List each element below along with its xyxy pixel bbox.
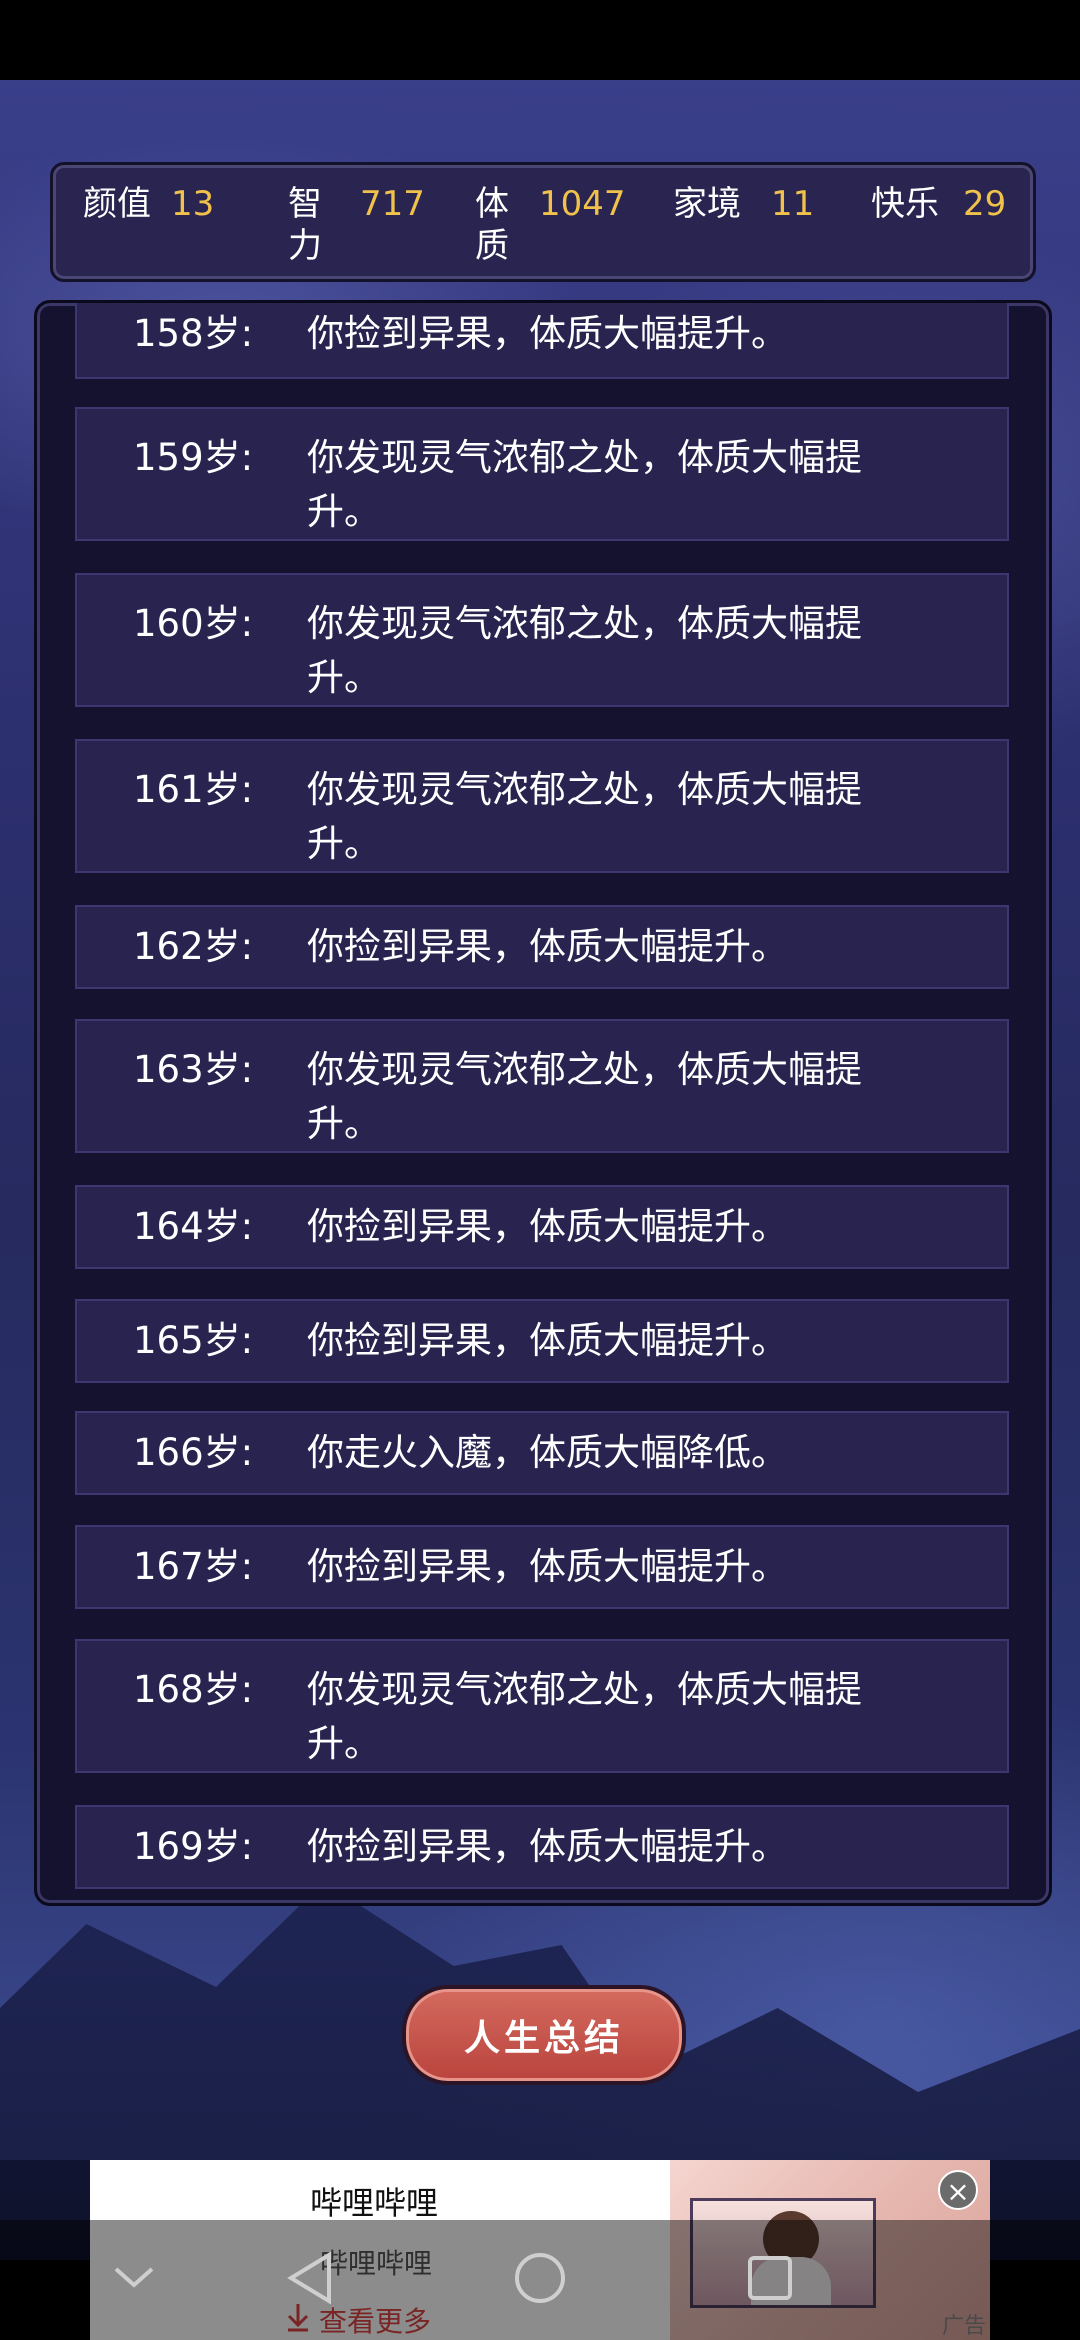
stat-value: 13 <box>171 184 215 224</box>
log-text: 你捡到异果，体质大幅提升。 <box>307 1319 788 1362</box>
log-age: 169岁: <box>133 1825 254 1868</box>
log-text: 你捡到异果，体质大幅提升。 <box>307 1545 788 1588</box>
back-triangle-icon <box>285 2251 335 2309</box>
stat-label: 智力 <box>288 184 322 266</box>
log-age: 163岁: <box>133 1048 254 1091</box>
log-text: 你捡到异果，体质大幅提升。 <box>307 1825 788 1868</box>
nav-hide-button[interactable] <box>104 2250 164 2310</box>
log-entry: 166岁: 你走火入魔，体质大幅降低。 <box>75 1411 1009 1495</box>
log-age: 167岁: <box>133 1545 254 1588</box>
log-text: 你捡到异果，体质大幅提升。 <box>307 312 788 355</box>
stat-happiness: 快乐 29 <box>871 183 1006 225</box>
log-entry: 167岁: 你捡到异果，体质大幅提升。 <box>75 1525 1009 1609</box>
log-entry: 163岁: 你发现灵气浓郁之处，体质大幅提升。 <box>75 1019 1009 1153</box>
log-text: 你发现灵气浓郁之处，体质大幅提升。 <box>307 1668 862 1765</box>
log-entry: 159岁: 你发现灵气浓郁之处，体质大幅提升。 <box>75 407 1009 541</box>
stat-label: 家境 <box>673 184 741 224</box>
log-text: 你发现灵气浓郁之处，体质大幅提升。 <box>307 602 862 699</box>
log-age: 164岁: <box>133 1205 254 1248</box>
log-entry: 160岁: 你发现灵气浓郁之处，体质大幅提升。 <box>75 573 1009 707</box>
log-age: 158岁: <box>133 312 254 355</box>
home-circle-icon <box>513 2251 567 2309</box>
log-age: 161岁: <box>133 768 254 811</box>
stat-label: 颜值 <box>83 184 151 224</box>
event-log-panel[interactable]: 158岁: 你捡到异果，体质大幅提升。 159岁: 你发现灵气浓郁之处，体质大幅… <box>34 300 1052 1906</box>
log-age: 160岁: <box>133 602 254 645</box>
stat-intelligence: 智力 717 <box>288 183 425 267</box>
nav-home-button[interactable] <box>510 2250 570 2310</box>
log-text: 你走火入魔，体质大幅降低。 <box>307 1431 788 1474</box>
log-entry: 165岁: 你捡到异果，体质大幅提升。 <box>75 1299 1009 1383</box>
stat-looks: 颜值 13 <box>83 183 214 225</box>
log-age: 166岁: <box>133 1431 254 1474</box>
stat-label: 体质 <box>475 184 509 266</box>
log-entry: 164岁: 你捡到异果，体质大幅提升。 <box>75 1185 1009 1269</box>
stat-value: 1047 <box>539 184 626 224</box>
log-text: 你发现灵气浓郁之处，体质大幅提升。 <box>307 768 862 865</box>
stat-value: 717 <box>360 184 425 224</box>
log-age: 168岁: <box>133 1668 254 1711</box>
stat-constitution: 体质 1047 <box>475 183 626 267</box>
log-age: 162岁: <box>133 925 254 968</box>
chevron-down-icon <box>112 2263 156 2297</box>
log-text: 你捡到异果，体质大幅提升。 <box>307 1205 788 1248</box>
log-entry: 158岁: 你捡到异果，体质大幅提升。 <box>75 303 1009 379</box>
log-text: 你发现灵气浓郁之处，体质大幅提升。 <box>307 1048 862 1145</box>
stat-value: 11 <box>771 184 815 224</box>
log-entry: 161岁: 你发现灵气浓郁之处，体质大幅提升。 <box>75 739 1009 873</box>
nav-recents-button[interactable] <box>740 2250 800 2310</box>
ad-close-button[interactable]: × <box>938 2170 978 2210</box>
system-nav-bar <box>0 2220 1080 2340</box>
log-text: 你捡到异果，体质大幅提升。 <box>307 925 788 968</box>
log-age: 159岁: <box>133 436 254 479</box>
log-entry: 169岁: 你捡到异果，体质大幅提升。 <box>75 1805 1009 1889</box>
stat-value: 29 <box>963 184 1007 224</box>
log-age: 165岁: <box>133 1319 254 1362</box>
log-text: 你发现灵气浓郁之处，体质大幅提升。 <box>307 436 862 533</box>
nav-back-button[interactable] <box>280 2250 340 2310</box>
stat-family: 家境 11 <box>673 183 814 225</box>
life-summary-button[interactable]: 人生总结 <box>402 1985 686 2085</box>
recents-square-icon <box>745 2253 795 2307</box>
stat-label: 快乐 <box>871 184 939 224</box>
log-entry: 168岁: 你发现灵气浓郁之处，体质大幅提升。 <box>75 1639 1009 1773</box>
stats-panel: 颜值 13 智力 717 体质 1047 家境 11 快乐 29 <box>50 162 1036 282</box>
status-bar <box>0 0 1080 80</box>
log-entry: 162岁: 你捡到异果，体质大幅提升。 <box>75 905 1009 989</box>
